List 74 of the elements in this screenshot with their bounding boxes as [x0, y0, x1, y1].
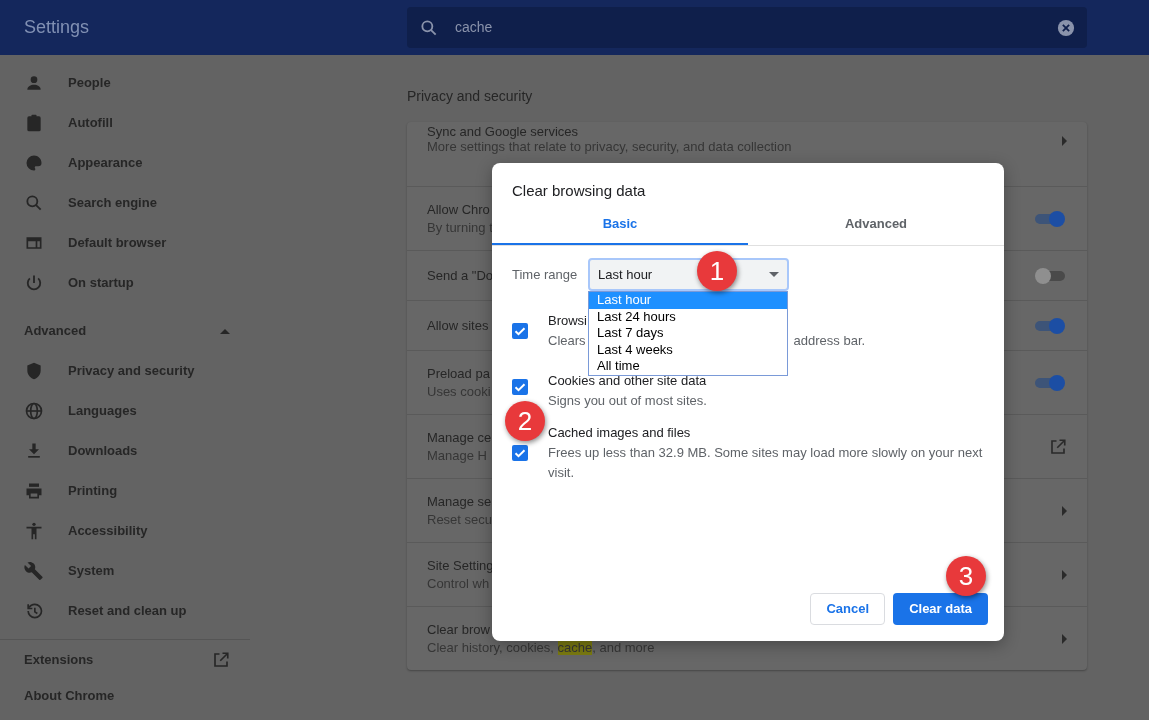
checkbox[interactable] [512, 379, 528, 395]
option-description: Clears [548, 332, 586, 350]
toggle-switch[interactable] [1033, 315, 1067, 336]
clear-data-button[interactable]: Clear data [893, 593, 988, 625]
dropdown-value: Last hour [598, 265, 653, 284]
setting-title: Send a "Do [427, 266, 494, 285]
sidebar-item[interactable]: Printing [0, 471, 250, 511]
option-title: Browsi [548, 312, 587, 330]
option-title: Cached images and files [548, 424, 691, 442]
link-text[interactable]: Extensions [24, 650, 94, 670]
sidebar-section-header[interactable]: Advanced [0, 311, 250, 351]
palette-icon [24, 153, 44, 173]
chevron-icon[interactable] [1062, 136, 1067, 146]
setting-title: Allow Chro [427, 200, 491, 219]
field-label: Time range [512, 265, 579, 284]
tab[interactable]: Basic [492, 205, 748, 245]
search-icon [419, 17, 439, 38]
toggle-switch[interactable] [1033, 265, 1067, 286]
toggle-switch[interactable] [1033, 372, 1067, 393]
wrench-icon [24, 561, 44, 581]
dropdown-option[interactable]: Last 7 days [589, 325, 787, 342]
tab[interactable]: Advanced [748, 205, 1004, 245]
option-description: Frees up less than 32.9 MB. Some sites may load more slowly on your next visit. [548, 444, 984, 482]
search-input[interactable]: cache [453, 16, 1057, 39]
sidebar-item[interactable]: Languages [0, 391, 250, 431]
sidebar-item[interactable]: Default browser [0, 223, 250, 263]
dropdown-option[interactable]: Last 4 weeks [589, 341, 787, 359]
option-description: address bar. [793, 332, 866, 350]
clipboard-icon [24, 113, 44, 133]
sidebar-item[interactable]: People [0, 63, 250, 103]
globe-icon [24, 401, 44, 421]
dropdown-option[interactable]: Last 24 hours [589, 308, 787, 326]
sidebar-item[interactable]: Downloads [0, 431, 250, 471]
caret-icon[interactable] [220, 328, 230, 334]
power-icon [24, 273, 44, 293]
dialog-title: Clear browsing data [511, 181, 647, 201]
external-link-icon[interactable] [1049, 437, 1067, 456]
sidebar-item[interactable]: Accessibility [0, 511, 250, 551]
option-description: Signs you out of most sites. [548, 392, 707, 410]
sidebar-link[interactable]: About Chrome [0, 680, 250, 712]
option-title: Cookies and other site data [548, 372, 707, 390]
setting-title: Allow sites [427, 316, 489, 335]
dropdown-option[interactable]: Last hour [589, 292, 787, 309]
section-title: Privacy and security [407, 87, 534, 106]
sidebar-item[interactable]: Search engine [0, 183, 250, 223]
chevron-icon[interactable] [1062, 505, 1067, 516]
sidebar-item[interactable]: Reset and clean up [0, 591, 250, 631]
sidebar-item[interactable]: Appearance [0, 143, 250, 183]
dropdown-option[interactable]: All time [589, 358, 787, 375]
person-icon [24, 73, 44, 93]
app-title: Settings [23, 16, 91, 39]
clear-icon[interactable] [1057, 18, 1075, 37]
history-icon [24, 601, 44, 621]
search-field[interactable]: cache [407, 7, 1087, 48]
setting-title: Clear brow [427, 620, 491, 639]
sidebar-item[interactable]: System [0, 551, 250, 591]
accessibility-icon [24, 521, 44, 541]
sidebar-item[interactable]: On startup [0, 263, 250, 303]
setting-title: Preload pa [427, 364, 491, 383]
setting-title: Sync and Google services [427, 124, 580, 139]
chevron-icon[interactable] [1062, 569, 1067, 580]
shield-icon [24, 361, 44, 381]
cancel-button[interactable]: Cancel [810, 593, 886, 625]
setting-title: Manage ce [427, 428, 492, 447]
section-label: Advanced [24, 322, 87, 341]
chevron-icon[interactable] [1062, 633, 1067, 644]
checkbox[interactable] [512, 323, 528, 339]
sidebar-item[interactable]: Privacy and security [0, 351, 250, 391]
search-icon [24, 193, 44, 213]
setting-title: Manage se [427, 492, 493, 511]
printer-icon [24, 481, 44, 501]
checkbox[interactable] [512, 445, 528, 461]
toggle-switch[interactable] [1033, 208, 1067, 229]
sidebar-item[interactable]: Autofill [0, 103, 250, 143]
